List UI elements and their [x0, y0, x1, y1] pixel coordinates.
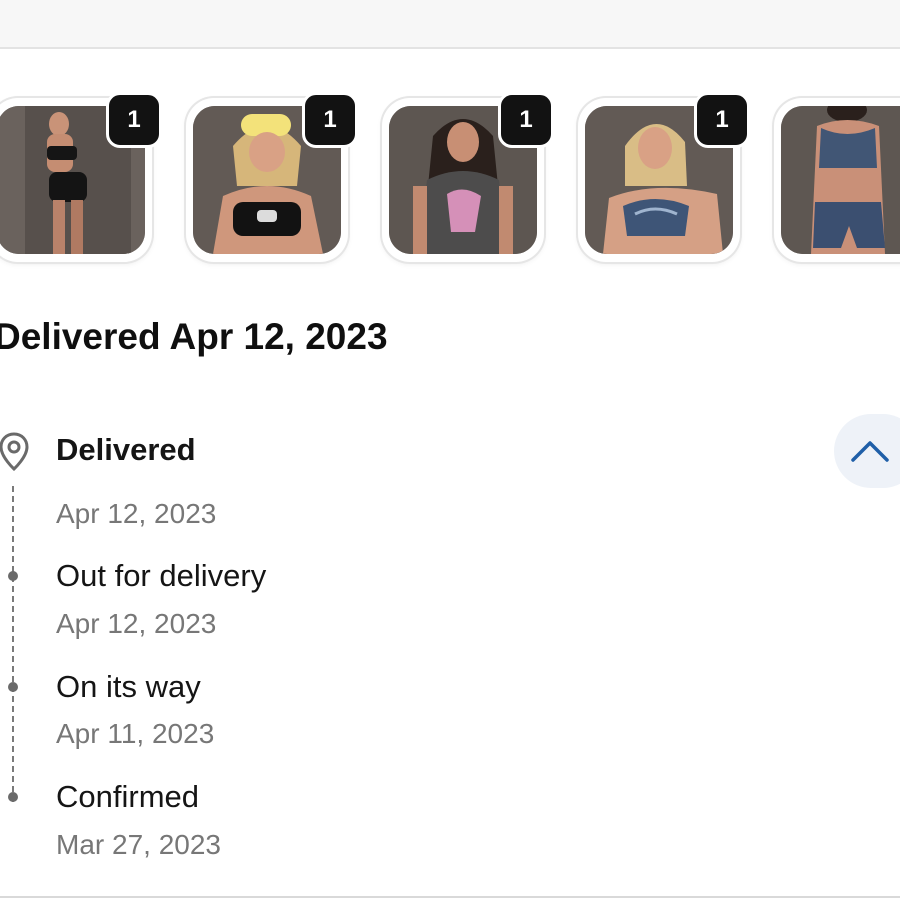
location-pin-icon — [0, 432, 29, 472]
product-thumbnail-2[interactable]: 1 — [186, 92, 358, 262]
product-thumbnail-4[interactable]: 1 — [578, 92, 750, 262]
delivery-status-title: Delivered Apr 12, 2023 — [0, 316, 388, 357]
timeline-connector — [12, 486, 14, 802]
timeline-dot — [8, 571, 18, 581]
chevron-up-icon — [851, 441, 889, 462]
product-thumbnail-5[interactable] — [774, 98, 900, 262]
timeline-event-date: Mar 27, 2023 — [56, 829, 221, 860]
product-thumbnail-1[interactable]: 1 — [0, 92, 162, 262]
quantity-badge: 1 — [106, 92, 162, 148]
collapse-timeline-button[interactable] — [834, 414, 900, 488]
quantity-badge: 1 — [498, 92, 554, 148]
quantity-badge: 1 — [694, 92, 750, 148]
timeline-dot — [8, 682, 18, 692]
timeline-event-label: Confirmed — [56, 779, 199, 814]
timeline-event-label: On its way — [56, 669, 201, 704]
timeline-event-date: Apr 11, 2023 — [56, 718, 215, 749]
divider — [0, 896, 900, 898]
quantity-badge: 1 — [302, 92, 358, 148]
timeline-dot — [8, 792, 18, 802]
timeline-event-label: Delivered — [56, 432, 196, 467]
timeline-event-date: Apr 12, 2023 — [56, 608, 217, 639]
timeline-event-date: Apr 12, 2023 — [56, 498, 217, 529]
top-bar — [0, 0, 900, 49]
timeline-event-label: Out for delivery — [56, 558, 267, 593]
product-photo-blue-set — [781, 106, 900, 254]
product-thumbnail-3[interactable]: 1 — [382, 92, 554, 262]
